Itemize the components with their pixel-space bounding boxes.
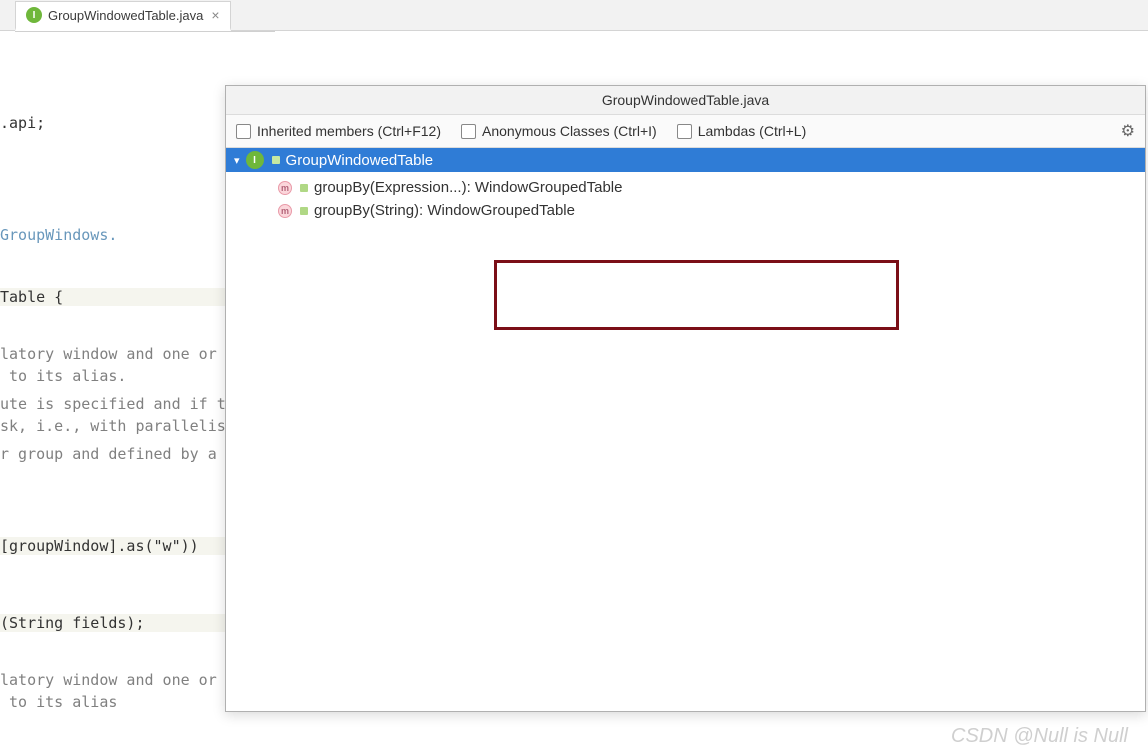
interface-icon: I xyxy=(246,151,264,169)
interface-icon: I xyxy=(26,7,42,23)
checkbox-icon xyxy=(236,124,251,139)
tree-root-label: GroupWindowedTable xyxy=(286,152,434,169)
checkbox-icon xyxy=(461,124,476,139)
method-icon: m xyxy=(278,204,292,218)
popup-title: GroupWindowedTable.java xyxy=(226,86,1145,115)
structure-tree-method[interactable]: m groupBy(String): WindowGroupedTable xyxy=(226,199,1145,222)
structure-tree-children: m groupBy(Expression...): WindowGroupedT… xyxy=(226,172,1145,226)
checkbox-icon xyxy=(677,124,692,139)
checkbox-label: Inherited members (Ctrl+F12) xyxy=(257,123,441,139)
editor-tab-active[interactable]: I GroupWindowedTable.java × xyxy=(15,1,231,31)
public-modifier-icon xyxy=(300,184,308,192)
tab-filename: GroupWindowedTable.java xyxy=(48,8,203,23)
public-modifier-icon xyxy=(272,156,280,164)
structure-tree-method[interactable]: m groupBy(Expression...): WindowGroupedT… xyxy=(226,176,1145,199)
lambdas-checkbox[interactable]: Lambdas (Ctrl+L) xyxy=(677,123,807,139)
checkbox-label: Lambdas (Ctrl+L) xyxy=(698,123,807,139)
inherited-members-checkbox[interactable]: Inherited members (Ctrl+F12) xyxy=(236,123,441,139)
gear-icon[interactable]: ⚙ xyxy=(1121,121,1135,141)
anonymous-classes-checkbox[interactable]: Anonymous Classes (Ctrl+I) xyxy=(461,123,657,139)
file-structure-popup: GroupWindowedTable.java Inherited member… xyxy=(225,85,1146,712)
chevron-down-icon[interactable]: ▾ xyxy=(234,154,240,167)
editor-tabbar: I GroupWindowedTable.java × xyxy=(0,0,1148,31)
structure-tree-root[interactable]: ▾ I GroupWindowedTable xyxy=(226,148,1145,172)
close-icon[interactable]: × xyxy=(209,7,221,23)
watermark: CSDN @Null is Null xyxy=(951,725,1128,748)
method-label: groupBy(Expression...): WindowGroupedTab… xyxy=(314,179,622,196)
public-modifier-icon xyxy=(300,207,308,215)
popup-toolbar: Inherited members (Ctrl+F12) Anonymous C… xyxy=(226,115,1145,148)
method-label: groupBy(String): WindowGroupedTable xyxy=(314,202,575,219)
checkbox-label: Anonymous Classes (Ctrl+I) xyxy=(482,123,657,139)
method-icon: m xyxy=(278,181,292,195)
